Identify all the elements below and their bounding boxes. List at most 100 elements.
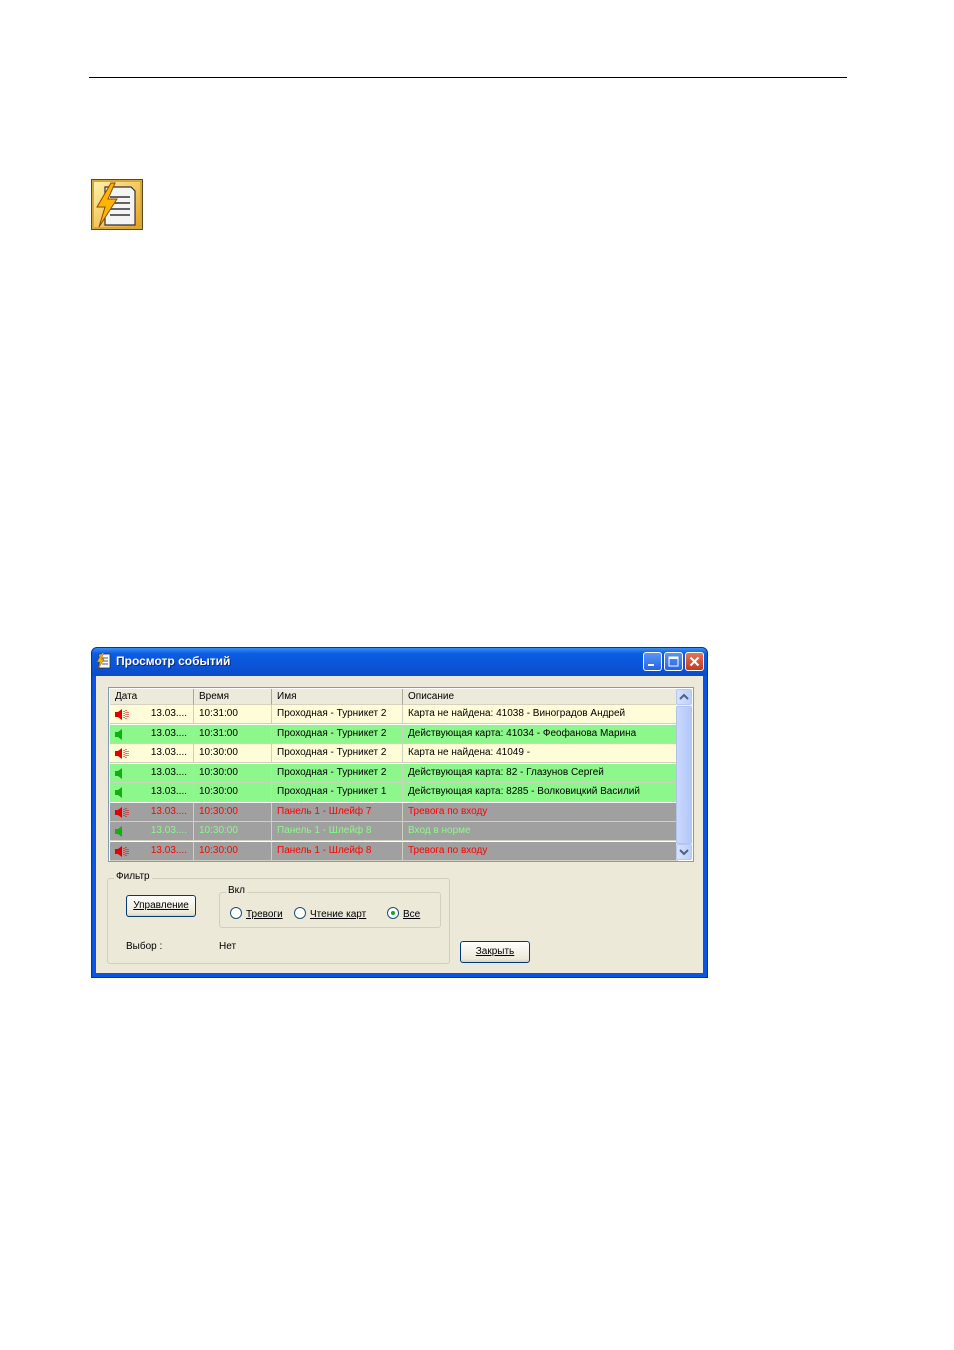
column-header-description[interactable]: Описание: [403, 689, 678, 705]
table-row[interactable]: 13.03.... 10:30:00 Панель 1 - Шлейф 8 Вход …: [110, 822, 678, 841]
column-header-date[interactable]: Дата: [110, 689, 194, 705]
cell-time: 10:30:00: [194, 744, 272, 763]
window-titlebar[interactable]: Просмотр событий: [92, 648, 707, 676]
speaker-ok-icon: [115, 787, 122, 798]
cell-date-text: 13.03....: [150, 747, 187, 758]
table-row[interactable]: 13.03.... 10:30:00 Панель 1 - Шлейф 8 Трево…: [110, 841, 678, 861]
speaker-ok-icon: [115, 767, 122, 779]
table-row[interactable]: 13.03.... 10:30:00 Проходная - Турникет 1 Д…: [110, 783, 678, 802]
table-row[interactable]: 13.03.... 10:31:00 Проходная - Турникет 2 К…: [110, 705, 678, 724]
close-icon: [689, 656, 700, 667]
cell-description-text: Действующая карта: 82 - Глазунов Сергей: [408, 766, 604, 778]
radio-all-label: Все: [403, 909, 421, 920]
cell-date-text: 13.03....: [150, 805, 187, 817]
cell-time: 10:30:00: [194, 822, 272, 841]
cell-time: 10:30:00: [194, 802, 272, 822]
selection-label: Выбор :: [126, 941, 163, 952]
cell-name: Проходная - Турникет 2: [272, 744, 403, 763]
table-header: Дата Время Имя Описание: [110, 689, 678, 705]
cell-date: 13.03....: [110, 763, 194, 783]
radio-alarms-label: Тревоги: [246, 909, 283, 920]
scroll-down-button[interactable]: [676, 844, 692, 860]
cell-name: Проходная - Турникет 1: [272, 783, 403, 802]
column-header-time[interactable]: Время: [194, 689, 272, 705]
cell-name-text: Проходная - Турникет 2: [277, 747, 387, 758]
close-button[interactable]: Закрыть: [460, 941, 530, 963]
radio-all-control[interactable]: [387, 907, 399, 919]
maximize-icon: [668, 656, 679, 667]
window-app-icon: [96, 653, 111, 669]
cell-description: Тревога по входу: [403, 802, 678, 822]
events-table: Дата Время Имя Описание 13.03.... 10:31:0…: [108, 687, 694, 862]
cell-name: Проходная - Турникет 2: [272, 705, 403, 724]
cell-date: 13.03....: [110, 802, 194, 822]
close-button-label: Закрыть: [475, 946, 515, 957]
speaker-ok-icon: [115, 728, 122, 740]
table-vertical-scrollbar[interactable]: [676, 689, 692, 860]
scroll-thumb[interactable]: [676, 706, 692, 844]
maximize-button[interactable]: [664, 652, 683, 671]
table-row[interactable]: 13.03.... 10:31:00 Проходная - Турникет 2 Д…: [110, 724, 678, 744]
cell-name-text: Панель 1 - Шлейф 7: [277, 805, 372, 817]
cell-name: Панель 1 - Шлейф 8: [272, 841, 403, 861]
cell-name-text: Проходная - Турникет 2: [277, 766, 387, 778]
cell-date-text: 13.03....: [150, 727, 187, 739]
cell-description-text: Тревога по входу: [408, 844, 488, 856]
cell-description-text: Карта не найдена: 41049 -: [408, 747, 531, 758]
cell-time-text: 10:30:00: [199, 805, 238, 817]
window-client-area: Дата Время Имя Описание 13.03.... 10:31:0…: [96, 676, 703, 973]
radio-alarms[interactable]: Тревоги: [230, 907, 283, 921]
speaker-alarm-icon: [115, 709, 129, 720]
cell-name-text: Панель 1 - Шлейф 8: [277, 825, 372, 836]
cell-date: 13.03....: [110, 822, 194, 841]
radio-card-reads-label: Чтение карт: [310, 909, 367, 920]
cell-date-text: 13.03....: [150, 844, 187, 856]
cell-time: 10:31:00: [194, 724, 272, 744]
cell-date-text: 13.03....: [150, 786, 187, 797]
cell-time: 10:30:00: [194, 783, 272, 802]
speaker-alarm-icon: [115, 845, 129, 857]
cell-time-text: 10:31:00: [199, 727, 238, 739]
control-button[interactable]: Управление: [126, 895, 196, 917]
speaker-ok-icon: [115, 826, 122, 837]
speaker-alarm-icon: [115, 748, 129, 759]
table-row[interactable]: 13.03.... 10:30:00 Проходная - Турникет 2 К…: [110, 744, 678, 763]
radio-all[interactable]: Все: [387, 907, 420, 921]
radio-alarms-control[interactable]: [230, 907, 242, 919]
cell-time-text: 10:30:00: [199, 825, 238, 836]
cell-description-text: Действующая карта: 41034 - Феофанова Мар…: [408, 727, 637, 739]
radio-card-reads[interactable]: Чтение карт: [294, 907, 366, 921]
cell-time-text: 10:30:00: [199, 844, 238, 856]
control-button-label: Управление: [133, 900, 189, 911]
cell-time: 10:31:00: [194, 705, 272, 724]
cell-description: Действующая карта: 82 - Глазунов Сергей: [403, 763, 678, 783]
scroll-up-button[interactable]: [676, 689, 692, 705]
cell-description: Действующая карта: 8285 - Волковицкий Ва…: [403, 783, 678, 802]
table-row[interactable]: 13.03.... 10:30:00 Панель 1 - Шлейф 7 Трево…: [110, 802, 678, 822]
cell-name: Проходная - Турникет 2: [272, 763, 403, 783]
minimize-icon: [648, 664, 654, 666]
cell-description-text: Действующая карта: 8285 - Волковицкий Ва…: [408, 786, 640, 797]
cell-description: Карта не найдена: 41038 - Виноградов Анд…: [403, 705, 678, 724]
cell-date-text: 13.03....: [150, 766, 187, 778]
minimize-button[interactable]: [643, 652, 662, 671]
cell-time: 10:30:00: [194, 841, 272, 861]
enabled-group-label: Вкл: [226, 885, 247, 896]
table-row[interactable]: 13.03.... 10:30:00 Проходная - Турникет 2 Д…: [110, 763, 678, 783]
events-window: Просмотр событий Дата Время Имя Описание…: [91, 647, 708, 978]
cell-date-text: 13.03....: [150, 825, 187, 836]
cell-name-text: Проходная - Турникет 2: [277, 727, 387, 739]
close-window-button[interactable]: [685, 652, 704, 671]
cell-date-text: 13.03....: [150, 708, 187, 719]
cell-date: 13.03....: [110, 841, 194, 861]
cell-name-text: Панель 1 - Шлейф 8: [277, 844, 372, 856]
page-top-rule: [89, 77, 847, 78]
radio-card-reads-control[interactable]: [294, 907, 306, 919]
column-header-name[interactable]: Имя: [272, 689, 403, 705]
cell-name: Проходная - Турникет 2: [272, 724, 403, 744]
cell-date: 13.03....: [110, 705, 194, 724]
cell-name-text: Проходная - Турникет 1: [277, 786, 387, 797]
window-title: Просмотр событий: [116, 654, 231, 668]
cell-description-text: Карта не найдена: 41038 - Виноградов Анд…: [408, 708, 626, 719]
chevron-down-icon: [679, 849, 689, 856]
